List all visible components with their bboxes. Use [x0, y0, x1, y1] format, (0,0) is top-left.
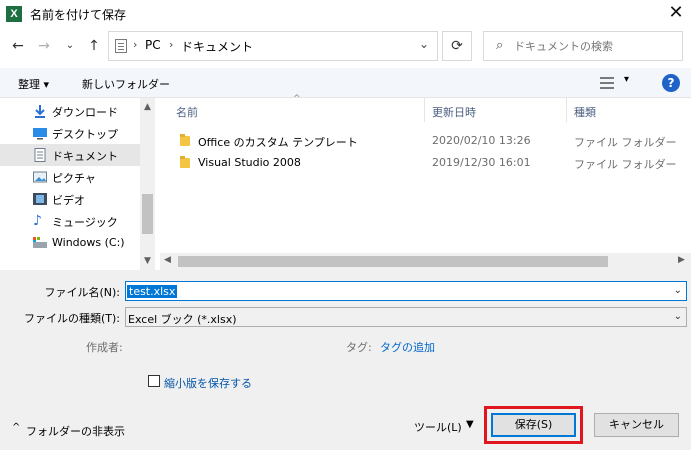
filetype-dropdown-icon[interactable]: ⌄	[674, 311, 682, 322]
tag-label: タグ:	[346, 341, 372, 354]
nav-item-drive-c[interactable]: Windows (C:)	[0, 232, 140, 254]
nav-item-label: ドキュメント	[52, 150, 118, 163]
cancel-button[interactable]: キャンセル	[594, 413, 679, 437]
nav-item-label: ダウンロード	[52, 106, 118, 119]
nav-item-label: ビデオ	[52, 194, 85, 207]
window-title: 名前を付けて保存	[30, 8, 127, 22]
filetype-select[interactable]: Excel ブック (*.xlsx) ⌄	[125, 307, 687, 327]
save-thumbnail-label[interactable]: 縮小版を保存する	[164, 375, 252, 391]
column-header-date[interactable]: 更新日時	[432, 104, 476, 120]
desktop-icon	[33, 126, 47, 140]
scroll-left-arrow-icon[interactable]: ◀	[164, 255, 171, 265]
search-icon: ⌕	[496, 38, 504, 53]
add-tag-link[interactable]: タグの追加	[380, 339, 435, 355]
nav-item-label: ミュージック	[52, 216, 118, 229]
filename-field[interactable]: test.xlsx ⌄	[125, 281, 687, 301]
filename-value: test.xlsx	[127, 285, 178, 298]
file-date: 2019/12/30 16:01	[432, 156, 531, 169]
refresh-button[interactable]: ⟳	[442, 31, 472, 61]
pictures-icon	[33, 170, 47, 184]
column-divider[interactable]	[566, 98, 567, 122]
recent-chevron-down-icon[interactable]: ⌄	[60, 36, 80, 56]
music-icon: ♪	[33, 213, 42, 229]
author-label: 作成者:	[86, 341, 123, 354]
nav-item-documents[interactable]: ドキュメント	[0, 144, 140, 166]
filename-dropdown-icon[interactable]: ⌄	[674, 285, 682, 296]
scroll-up-arrow-icon[interactable]: ▲	[140, 102, 155, 112]
organize-menu-button[interactable]: 整理 ▾	[18, 76, 49, 92]
chevron-up-icon[interactable]: ^	[12, 422, 20, 433]
command-toolbar: 整理 ▾ 新しいフォルダー ▾ ?	[0, 68, 691, 98]
file-row[interactable]: Office のカスタム テンプレート 2020/02/10 13:26 ファイ…	[160, 131, 691, 151]
close-button[interactable]: ✕	[664, 2, 688, 26]
address-bar[interactable]: › PC › ドキュメント ⌄	[108, 31, 438, 61]
drive-icon	[33, 236, 47, 250]
address-dropdown-icon[interactable]: ⌄	[419, 37, 429, 51]
column-divider[interactable]	[424, 98, 425, 122]
scroll-right-arrow-icon[interactable]: ▶	[678, 255, 685, 265]
nav-item-label: Windows (C:)	[52, 236, 125, 249]
view-dropdown-icon[interactable]: ▾	[624, 74, 629, 85]
scroll-down-arrow-icon[interactable]: ▼	[140, 256, 155, 266]
list-horizontal-scrollbar[interactable]: ◀ ▶	[160, 253, 691, 270]
new-folder-button[interactable]: 新しいフォルダー	[82, 76, 170, 92]
view-options-icon[interactable]	[600, 77, 614, 89]
forward-arrow-icon[interactable]: →	[34, 36, 54, 56]
file-name: Visual Studio 2008	[198, 156, 301, 169]
breadcrumb-documents[interactable]: ドキュメント	[181, 38, 253, 55]
filetype-value: Excel ブック (*.xlsx)	[128, 313, 237, 326]
scrollbar-thumb[interactable]	[142, 194, 153, 234]
nav-item-downloads[interactable]: ダウンロード	[0, 100, 140, 122]
nav-item-label: デスクトップ	[52, 128, 118, 141]
file-row[interactable]: Visual Studio 2008 2019/12/30 16:01 ファイル…	[160, 153, 691, 173]
nav-item-videos[interactable]: ビデオ	[0, 188, 140, 210]
folder-icon	[180, 156, 190, 168]
nav-item-desktop[interactable]: デスクトップ	[0, 122, 140, 144]
nav-item-label: ピクチャ	[52, 172, 96, 185]
tools-dropdown-icon[interactable]: ▼	[466, 419, 474, 430]
breadcrumb-pc[interactable]: PC	[145, 38, 161, 52]
nav-item-pictures[interactable]: ピクチャ	[0, 166, 140, 188]
file-type: ファイル フォルダー	[574, 158, 677, 171]
file-date: 2020/02/10 13:26	[432, 134, 531, 147]
save-thumbnail-checkbox[interactable]	[148, 375, 160, 387]
nav-vertical-scrollbar[interactable]: ▲ ▼	[140, 98, 155, 270]
nav-item-music[interactable]: ♪ ミュージック	[0, 210, 140, 232]
column-header-type[interactable]: 種類	[574, 104, 596, 120]
file-name: Office のカスタム テンプレート	[198, 136, 358, 149]
up-arrow-icon[interactable]: ↑	[84, 36, 104, 56]
hide-folders-button[interactable]: フォルダーの非表示	[26, 423, 125, 439]
pc-location-icon	[115, 39, 127, 53]
help-button[interactable]: ?	[662, 74, 680, 92]
file-type: ファイル フォルダー	[574, 136, 677, 149]
tools-menu-button[interactable]: ツール(L)	[414, 419, 462, 435]
document-icon	[33, 148, 47, 162]
sort-ascending-icon: ^	[293, 94, 301, 104]
title-bar: X 名前を付けて保存 ✕	[0, 0, 691, 28]
navigation-pane: ダウンロード デスクトップ ドキュメント ピクチャ ビデオ ♪ ミュージック W…	[0, 98, 155, 270]
folder-icon	[180, 134, 190, 146]
breadcrumb-chevron-icon: ›	[133, 38, 138, 51]
excel-app-icon: X	[6, 6, 22, 22]
search-input[interactable]	[514, 40, 674, 53]
video-icon	[33, 192, 47, 206]
search-box[interactable]: ⌕	[483, 31, 683, 61]
column-header-name[interactable]: 名前	[176, 104, 198, 120]
breadcrumb-chevron-icon: ›	[169, 38, 174, 51]
scrollbar-thumb[interactable]	[178, 256, 608, 267]
filetype-label: ファイルの種類(T):	[23, 312, 120, 325]
back-arrow-icon[interactable]: ←	[8, 36, 28, 56]
download-icon	[33, 104, 47, 118]
filename-label: ファイル名(N):	[44, 286, 120, 299]
save-button[interactable]: 保存(S)	[491, 413, 576, 437]
